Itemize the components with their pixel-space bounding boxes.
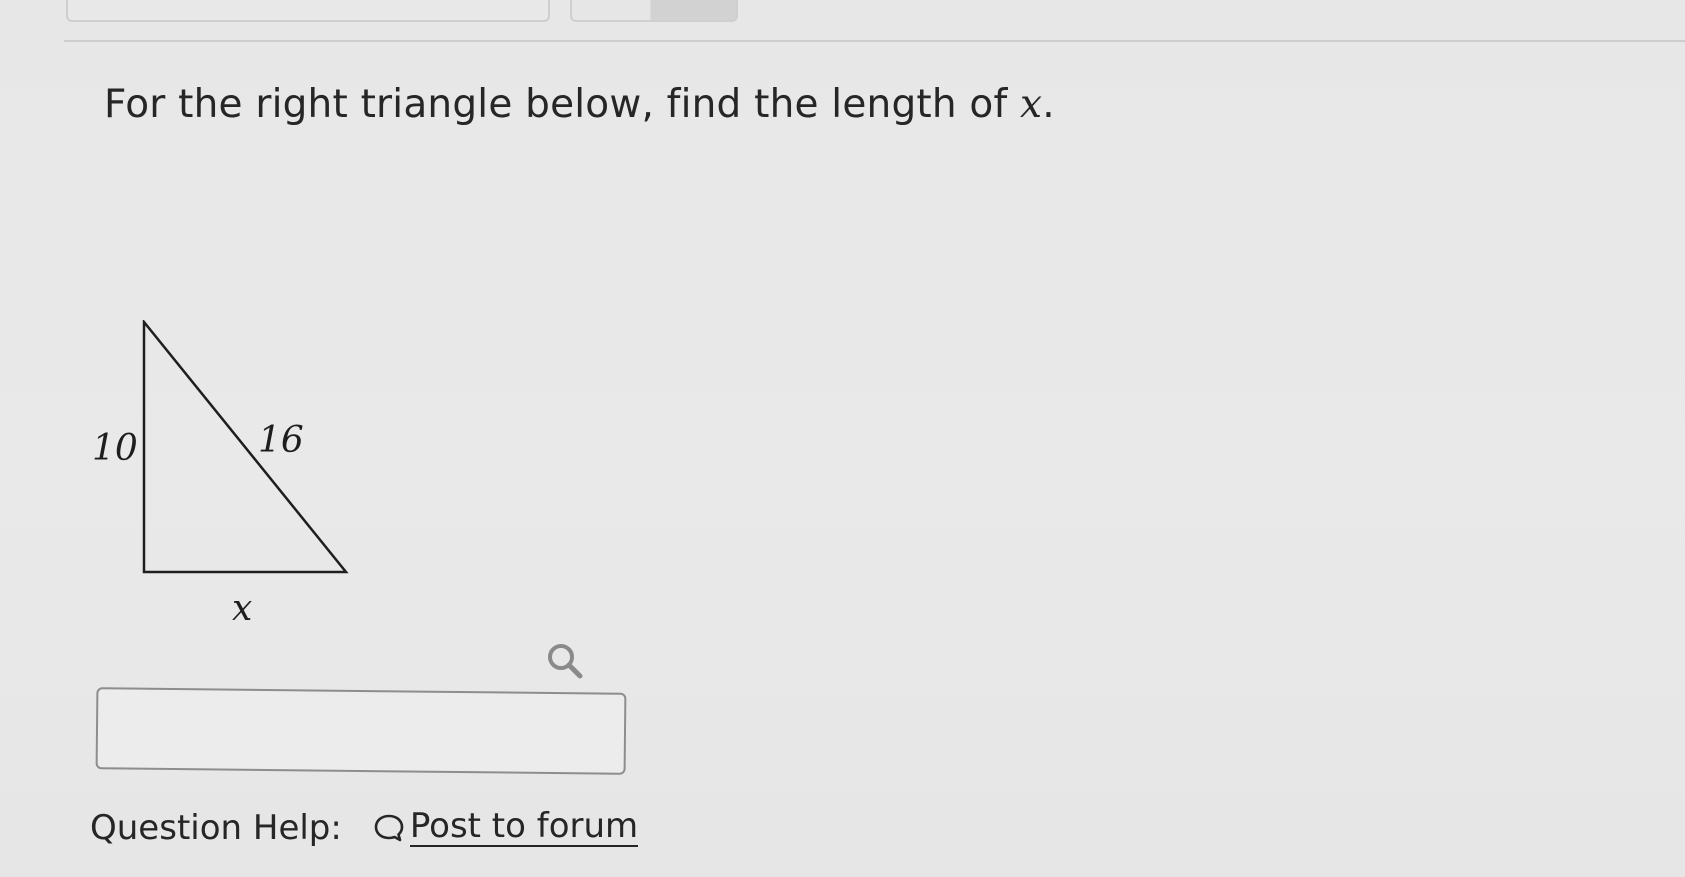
question-suffix: .	[1042, 82, 1055, 127]
speech-bubble-icon	[372, 811, 406, 845]
post-to-forum-link[interactable]: Post to forum	[372, 806, 639, 847]
question-variable: x	[1020, 82, 1043, 127]
top-tab-left[interactable]	[66, 0, 550, 22]
question-help-label: Question Help:	[90, 808, 342, 848]
answer-input[interactable]	[95, 687, 627, 775]
right-triangle	[142, 320, 349, 574]
triangle-figure: 10 16 x	[80, 320, 380, 660]
question-prefix: For the right triangle below, find the l…	[104, 82, 1020, 127]
question-text: For the right triangle below, find the l…	[104, 82, 1055, 127]
triangle-diagram: 10 16 x	[92, 320, 349, 629]
label-base-side: x	[232, 588, 252, 629]
label-vertical-side: 10	[92, 428, 138, 469]
post-to-forum-label: Post to forum	[409, 806, 639, 847]
header-divider	[64, 40, 1685, 42]
top-tab-right[interactable]	[570, 0, 738, 22]
search-icon[interactable]	[544, 640, 586, 682]
label-hypotenuse: 16	[258, 420, 304, 461]
question-help: Question Help: Post to forum	[90, 806, 639, 848]
